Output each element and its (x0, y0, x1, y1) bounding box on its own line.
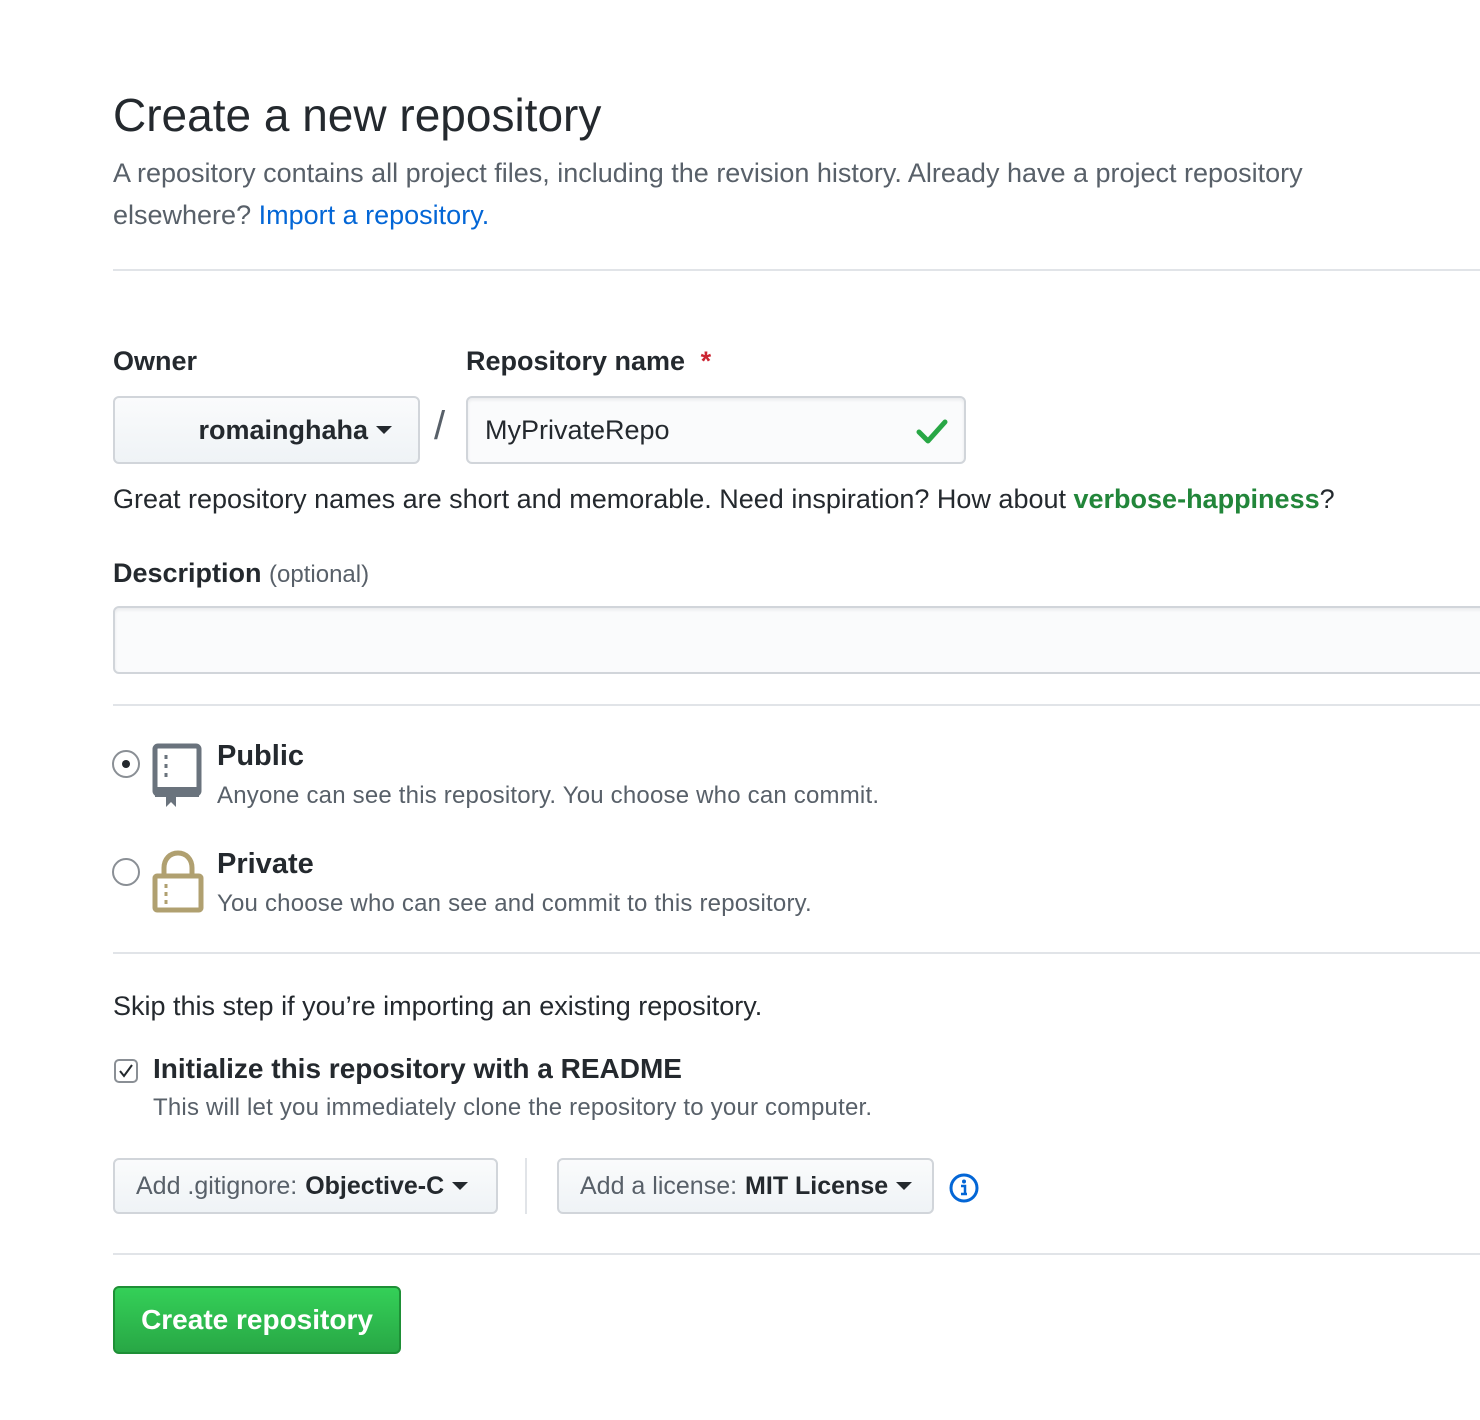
owner-repo-separator: / (434, 404, 446, 448)
name-suggestion: Great repository names are short and mem… (113, 484, 1335, 515)
page-title: Create a new repository (113, 89, 602, 141)
select-divider (525, 1158, 527, 1214)
readme-label[interactable]: Initialize this repository with a README (153, 1053, 682, 1085)
required-marker: * (700, 346, 712, 376)
repo-name-label-text: Repository name (466, 346, 686, 376)
owner-value: romainghaha (198, 414, 368, 445)
check-icon (916, 419, 948, 444)
license-select[interactable]: Add a license: MIT License (557, 1158, 934, 1214)
import-repository-link[interactable]: Import a repository. (259, 200, 490, 230)
divider (113, 1253, 1480, 1255)
readme-description: This will let you immediately clone the … (153, 1094, 873, 1121)
optional-hint: (optional) (269, 561, 370, 588)
repo-name-value: MyPrivateRepo (485, 414, 670, 445)
repo-book-icon (152, 743, 202, 807)
divider (113, 952, 1480, 954)
owner-select[interactable]: romainghaha (113, 396, 420, 464)
repo-name-label: Repository name * (466, 346, 711, 377)
description-label-text: Description (113, 558, 262, 588)
description-label: Description (optional) (113, 558, 369, 589)
suggestion-text: Great repository names are short and mem… (113, 484, 1066, 514)
private-description: You choose who can see and commit to thi… (217, 890, 812, 917)
public-description: Anyone can see this repository. You choo… (217, 782, 880, 809)
license-value: MIT License (745, 1171, 889, 1200)
gitignore-value: Objective-C (305, 1171, 445, 1200)
private-radio[interactable] (112, 858, 140, 886)
private-title: Private (217, 848, 314, 880)
owner-label: Owner (113, 346, 198, 376)
info-icon[interactable] (948, 1172, 980, 1204)
checkmark-icon (119, 1064, 133, 1078)
lock-icon (152, 850, 204, 913)
gitignore-select[interactable]: Add .gitignore: Objective-C (113, 1158, 498, 1214)
public-radio[interactable] (112, 750, 140, 778)
gitignore-prefix: Add .gitignore: (136, 1171, 298, 1200)
chevron-down-icon (896, 1182, 913, 1190)
skip-hint: Skip this step if you’re importing an ex… (113, 991, 763, 1021)
chevron-down-icon (376, 426, 392, 434)
description-input[interactable] (113, 606, 1480, 674)
license-prefix: Add a license: (580, 1171, 738, 1200)
divider (113, 704, 1480, 706)
divider (113, 269, 1480, 271)
readme-checkbox[interactable] (114, 1059, 138, 1083)
page-subtitle: A repository contains all project files,… (113, 152, 1443, 236)
repo-name-input[interactable]: MyPrivateRepo (466, 396, 966, 464)
create-repository-button[interactable]: Create repository (113, 1286, 401, 1354)
suggestion-suffix: ? (1319, 484, 1335, 514)
suggested-name-link[interactable]: verbose-happiness (1074, 484, 1320, 514)
public-title: Public (217, 740, 305, 772)
chevron-down-icon (452, 1182, 469, 1190)
